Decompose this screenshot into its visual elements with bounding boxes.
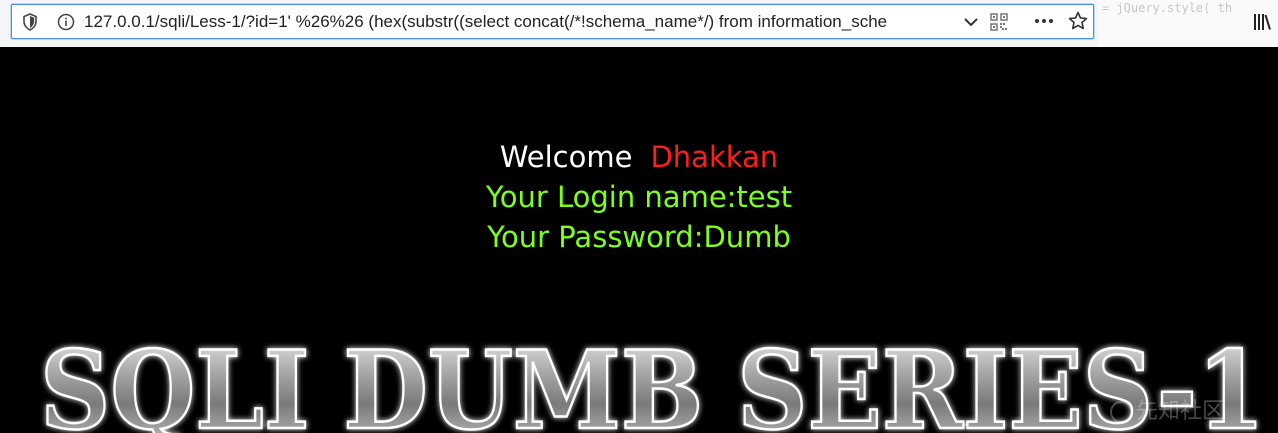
- sqli-dumb-series-banner: SQLI DUMB SERIES-1: [40, 330, 1270, 433]
- welcome-label: Welcome: [499, 140, 633, 174]
- site-info-icon[interactable]: [57, 13, 75, 31]
- devtools-code-snippet: = jQuery.style( th: [1098, 0, 1278, 47]
- library-icon[interactable]: [1253, 13, 1271, 31]
- address-bar[interactable]: 127.0.0.1/sqli/Less-1/?id=1' %26%26 (hex…: [11, 4, 1094, 39]
- login-name-text: Your Login name:test: [485, 180, 793, 214]
- url-input[interactable]: 127.0.0.1/sqli/Less-1/?id=1' %26%26 (hex…: [84, 10, 958, 34]
- watermark: 先知社区: [1110, 393, 1270, 429]
- code-line: = jQuery.style( th: [1102, 1, 1233, 15]
- welcome-line: Welcome Dhakkan: [0, 137, 1278, 177]
- bookmark-star-icon[interactable]: [1068, 11, 1088, 31]
- watermark-logo-icon: [1110, 401, 1132, 423]
- qr-code-icon[interactable]: [990, 13, 1008, 31]
- page-content: Welcome Dhakkan Your Login name:test Your…: [0, 47, 1278, 433]
- password-text: Your Password:Dumb: [487, 220, 791, 254]
- welcome-name: Dhakkan: [650, 140, 779, 174]
- banner-title: SQLI DUMB SERIES-1: [40, 330, 1265, 433]
- watermark-text: 先知社区: [1136, 399, 1225, 424]
- browser-toolbar: 127.0.0.1/sqli/Less-1/?id=1' %26%26 (hex…: [0, 0, 1278, 47]
- more-actions-icon[interactable]: [1032, 9, 1056, 33]
- tracking-shield-icon[interactable]: [22, 13, 38, 31]
- chevron-down-icon[interactable]: [962, 14, 980, 30]
